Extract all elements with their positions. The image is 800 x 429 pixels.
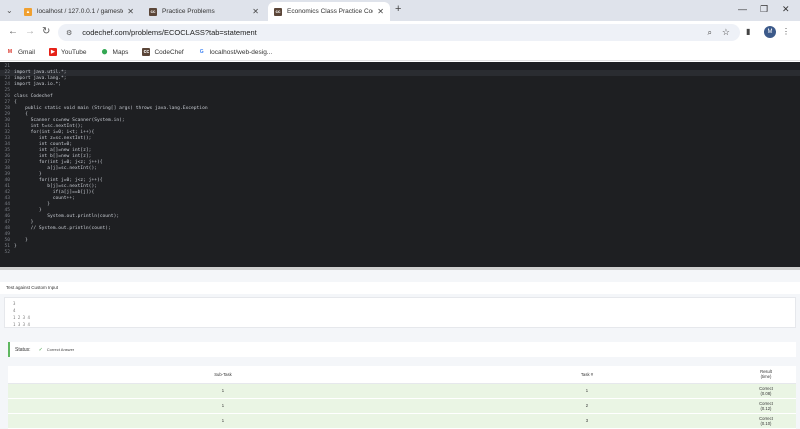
bookmark-localhost[interactable]: G localhost/web-desig... <box>198 48 273 56</box>
code-text[interactable]: } <box>14 244 17 250</box>
table-row: 1 2 Correct (0.12) <box>8 398 796 414</box>
bookmark-youtube[interactable]: ▶ YouTube <box>48 48 87 56</box>
browser-tab-economics[interactable]: cc Economics Class Practice Codi ✕ <box>268 2 390 21</box>
bookmark-codechef[interactable]: cc CodeChef <box>142 48 184 56</box>
table-row: 1 1 Correct (0.08) <box>8 383 796 399</box>
browser-tab-phpmyadmin[interactable]: ▲ localhost / 127.0.0.1 / gameste ✕ <box>18 2 140 21</box>
gmail-icon: M <box>7 49 13 55</box>
codechef-icon: cc <box>142 48 151 56</box>
tab-strip: ⌄ ▲ localhost / 127.0.0.1 / gameste ✕ cc… <box>0 0 800 21</box>
close-tab-icon[interactable]: ✕ <box>127 7 134 16</box>
codechef-icon: cc <box>274 7 282 16</box>
pma-icon: ▲ <box>24 7 32 16</box>
bookmarks-bar: M Gmail ▶ YouTube ⬤ Maps cc CodeChef G l… <box>0 44 800 61</box>
col-result: Result (time) <box>736 366 796 384</box>
input-line: 1 3 3 4 <box>13 322 30 327</box>
status-value: Correct Answer <box>46 347 75 352</box>
menu-icon[interactable]: ⋮ <box>782 27 790 36</box>
code-text[interactable]: public static void main (String[] args) … <box>14 106 208 112</box>
result-cell: Correct (0.12) <box>736 398 796 414</box>
result-cell: Correct (0.10) <box>736 413 796 429</box>
code-text[interactable]: import java.io.*; <box>14 82 61 88</box>
site-info-icon[interactable]: ⚙ <box>66 29 72 37</box>
close-tab-icon[interactable]: ✕ <box>252 7 259 16</box>
custom-input-header <box>0 282 800 294</box>
url-text[interactable]: codechef.com/problems/ECOCLASS?tab=state… <box>82 28 256 37</box>
input-line: 1 2 3 4 <box>13 315 30 320</box>
task-cell: 1 <box>437 383 736 399</box>
browser-tab-practice[interactable]: cc Practice Problems ✕ <box>143 2 265 21</box>
input-line: 3 <box>13 301 16 306</box>
code-line[interactable]: 28 public static void main (String[] arg… <box>0 106 208 112</box>
tab-title: Practice Problems <box>162 8 215 15</box>
task-cell: 3 <box>437 413 736 429</box>
browser-toolbar: ← → ↻ ⚙ codechef.com/problems/ECOCLASS?t… <box>0 21 800 44</box>
table-row: 1 3 Correct (0.10) <box>8 413 796 429</box>
google-icon: G <box>199 49 204 55</box>
code-text[interactable]: // System.out.println(count); <box>14 226 111 232</box>
status-label: Status: <box>15 346 31 353</box>
result-cell: Correct (0.08) <box>736 383 796 399</box>
bookmark-label: YouTube <box>60 48 87 56</box>
close-window-icon[interactable]: ✕ <box>782 4 790 15</box>
bookmark-gmail[interactable]: M Gmail <box>6 48 35 56</box>
tab-search-icon[interactable]: ⌄ <box>6 6 13 15</box>
col-subtask: Sub-Task <box>8 366 438 384</box>
bookmark-label: Gmail <box>18 48 35 56</box>
code-text[interactable]: class Codechef <box>14 94 53 100</box>
reload-icon[interactable]: ↻ <box>42 26 50 37</box>
maps-icon: ⬤ <box>101 49 108 55</box>
results-header-row: Sub-Task Task # Result (time) <box>8 366 796 384</box>
restore-icon[interactable]: ❐ <box>760 4 768 15</box>
subtask-cell: 1 <box>8 398 438 414</box>
sidebar-icon[interactable]: ▮ <box>746 27 750 36</box>
custom-input-box[interactable]: 3 4 1 2 3 4 1 3 3 4 <box>4 297 796 328</box>
profile-avatar[interactable]: M <box>764 26 776 38</box>
bookmark-star-icon[interactable]: ☆ <box>722 27 730 38</box>
zoom-icon[interactable]: ⌕ <box>708 28 712 38</box>
subtask-cell: 1 <box>8 383 438 399</box>
col-task: Task # <box>437 366 736 384</box>
close-tab-icon[interactable]: ✕ <box>377 7 384 16</box>
bookmark-maps[interactable]: ⬤ Maps <box>101 48 129 56</box>
bookmark-label: localhost/web-desig... <box>209 48 273 56</box>
new-tab-icon[interactable]: + <box>395 3 401 15</box>
check-icon: ✓ <box>38 346 43 353</box>
tab-title: localhost / 127.0.0.1 / gameste <box>37 8 124 15</box>
bookmark-label: Maps <box>112 48 129 56</box>
status-box: Status: ✓ Correct Answer <box>8 342 796 357</box>
code-editor[interactable]: 21 22 import java.util.*; 23 import java.lan… <box>0 62 800 269</box>
code-line[interactable]: 52 <box>0 250 14 256</box>
tab-title: Economics Class Practice Codi <box>287 8 374 15</box>
code-line[interactable]: 48 // System.out.println(count); <box>0 226 111 232</box>
back-icon[interactable]: ← <box>8 26 18 37</box>
line-number: 52 <box>4 250 10 255</box>
forward-icon[interactable]: → <box>25 26 35 37</box>
bookmark-label: CodeChef <box>154 48 184 56</box>
subtask-cell: 1 <box>8 413 438 429</box>
input-line: 4 <box>13 308 16 313</box>
results-table: Sub-Task Task # Result (time) 1 1 Correc… <box>8 366 796 429</box>
youtube-icon: ▶ <box>48 48 57 56</box>
codechef-icon: cc <box>149 7 157 16</box>
current-line-highlight <box>0 70 800 76</box>
minimize-icon[interactable]: — <box>738 4 747 14</box>
address-bar[interactable]: ⚙ codechef.com/problems/ECOCLASS?tab=sta… <box>58 24 740 41</box>
task-cell: 2 <box>437 398 736 414</box>
custom-input-label[interactable]: Test against Custom Input <box>6 285 58 290</box>
